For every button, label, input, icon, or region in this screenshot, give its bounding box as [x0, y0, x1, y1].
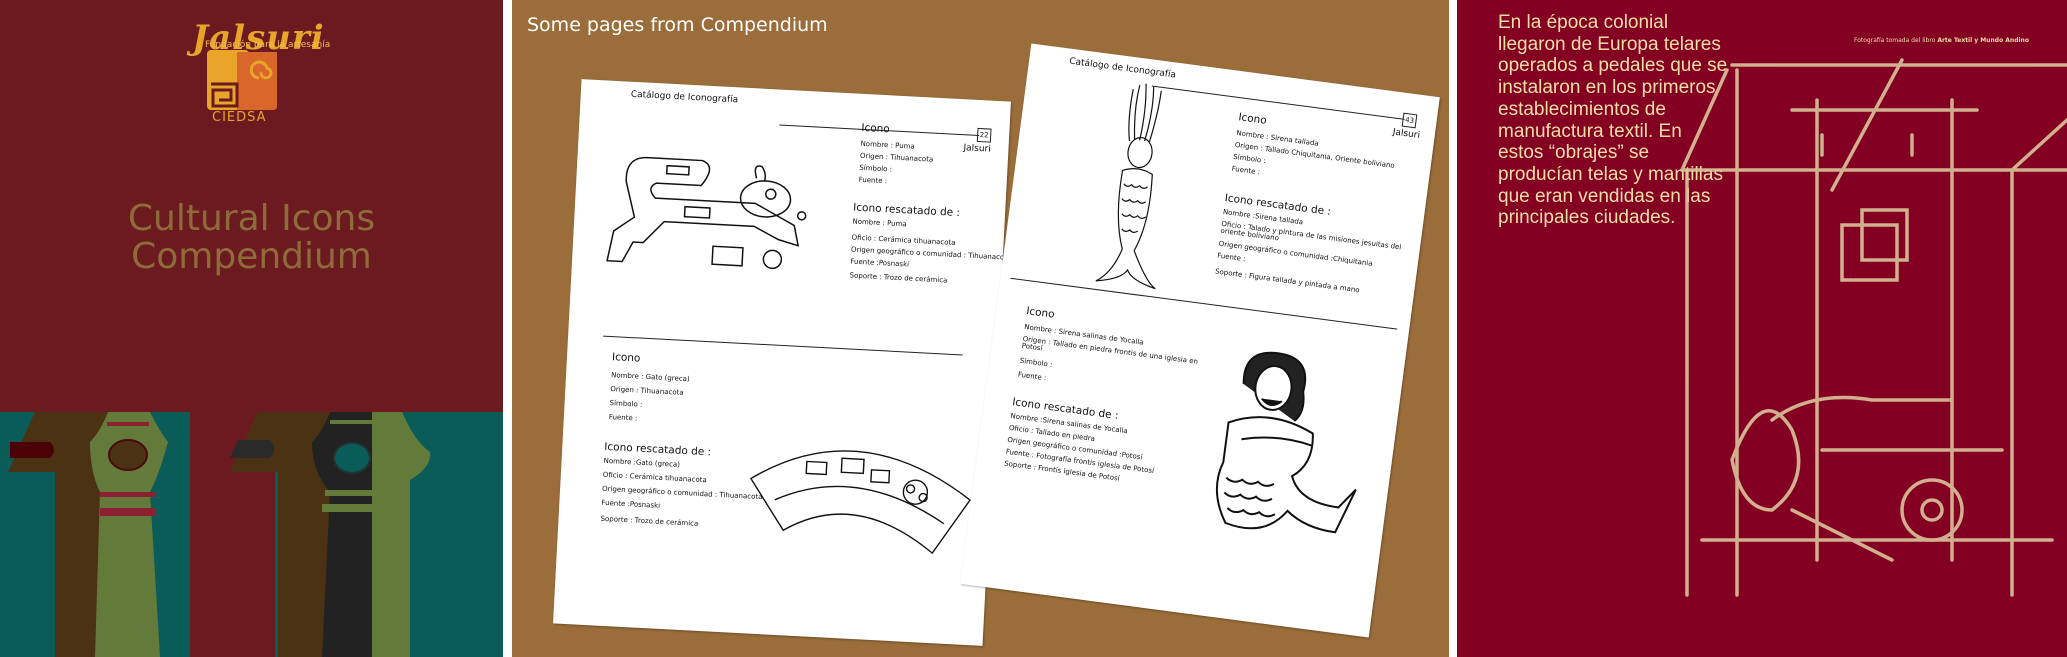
- field: Nombre : Puma: [860, 139, 915, 151]
- panel-title: Some pages from Compendium: [527, 14, 828, 36]
- page-brand: Jalsuri: [963, 143, 991, 155]
- sirena-yocalla-illustration: [1215, 351, 1357, 534]
- cover-title-line2: Compendium: [131, 236, 372, 277]
- field: Origen : Tihuanacota: [610, 385, 684, 397]
- sample-pages-panel: Some pages from Compendium Catálogo de I…: [512, 0, 1449, 657]
- page-brand: Jalsuri: [1392, 127, 1421, 141]
- catalog-page-43: Catálogo de Iconografía 43 Jalsuri Icono…: [960, 43, 1440, 638]
- section-heading: Icono: [861, 121, 891, 136]
- field: Nombre :Gato (greca): [603, 456, 681, 469]
- section-heading: Icono: [611, 351, 641, 365]
- field: Fuente :: [1216, 251, 1246, 264]
- logo-subtitle: Fundación para la artesanía: [205, 40, 331, 50]
- field: Fuente :: [608, 413, 638, 423]
- field: Fuente :Posnaski: [601, 498, 661, 510]
- field: Fuente :Posnaski: [850, 257, 910, 269]
- field: Fuente :: [1017, 370, 1047, 383]
- page-number: 22: [976, 127, 992, 143]
- field: Soporte : Figura tallada y pintada a man…: [1214, 267, 1361, 295]
- field: Fuente :: [1231, 164, 1261, 177]
- field: Fuente :: [858, 175, 888, 186]
- field: Nombre : Puma: [852, 217, 907, 229]
- cover-title: Cultural Icons Compendium: [0, 200, 503, 276]
- cover-panel: Jalsuri Fundación para la artesanía CIED…: [0, 0, 503, 657]
- sirena-tallada-illustration: [1095, 83, 1162, 290]
- page-header: Catálogo de Iconografía: [630, 89, 739, 106]
- field: Oficio : Cerámica tihuanacota: [851, 233, 956, 247]
- loom-sketch: [1680, 58, 2067, 597]
- section-heading: Icono: [1025, 305, 1056, 321]
- catalog-page-22: Catálogo de Iconografía 22 Jalsuri Icono…: [553, 79, 1011, 646]
- field: Símbolo :: [609, 399, 643, 409]
- cover-title-line1: Cultural Icons: [127, 198, 376, 239]
- section-heading: Icono rescatado de :: [852, 201, 961, 220]
- decorative-figures-band: [0, 412, 503, 657]
- field: Nombre : Gato (greca): [610, 371, 690, 384]
- field: Potosí: [1021, 341, 1044, 353]
- logo-spiral-icon: [207, 50, 277, 110]
- field: Origen : Tihuanacota: [859, 151, 934, 164]
- page-number: 43: [1401, 112, 1418, 129]
- field: Origen geográfico o comunidad : Tihuanac…: [601, 484, 763, 502]
- field: Soporte : Trozo de cerámica: [849, 271, 948, 285]
- field: Oficio : Cerámica tihuanacota: [602, 470, 707, 485]
- section-heading: Icono rescatado de :: [604, 440, 712, 459]
- field: Símbolo :: [1232, 152, 1267, 166]
- section-heading: Icono: [1237, 111, 1268, 127]
- field: Soporte : Trozo de cerámica: [600, 514, 699, 528]
- gato-greca-illustration: [749, 450, 972, 555]
- logo-org-name: CIEDSA: [212, 110, 267, 125]
- textile-history-panel: En la época colonial llegaron de Europa …: [1457, 0, 2067, 657]
- field: Símbolo :: [859, 163, 893, 174]
- field: Símbolo :: [1019, 356, 1053, 369]
- puma-illustration: [606, 156, 807, 270]
